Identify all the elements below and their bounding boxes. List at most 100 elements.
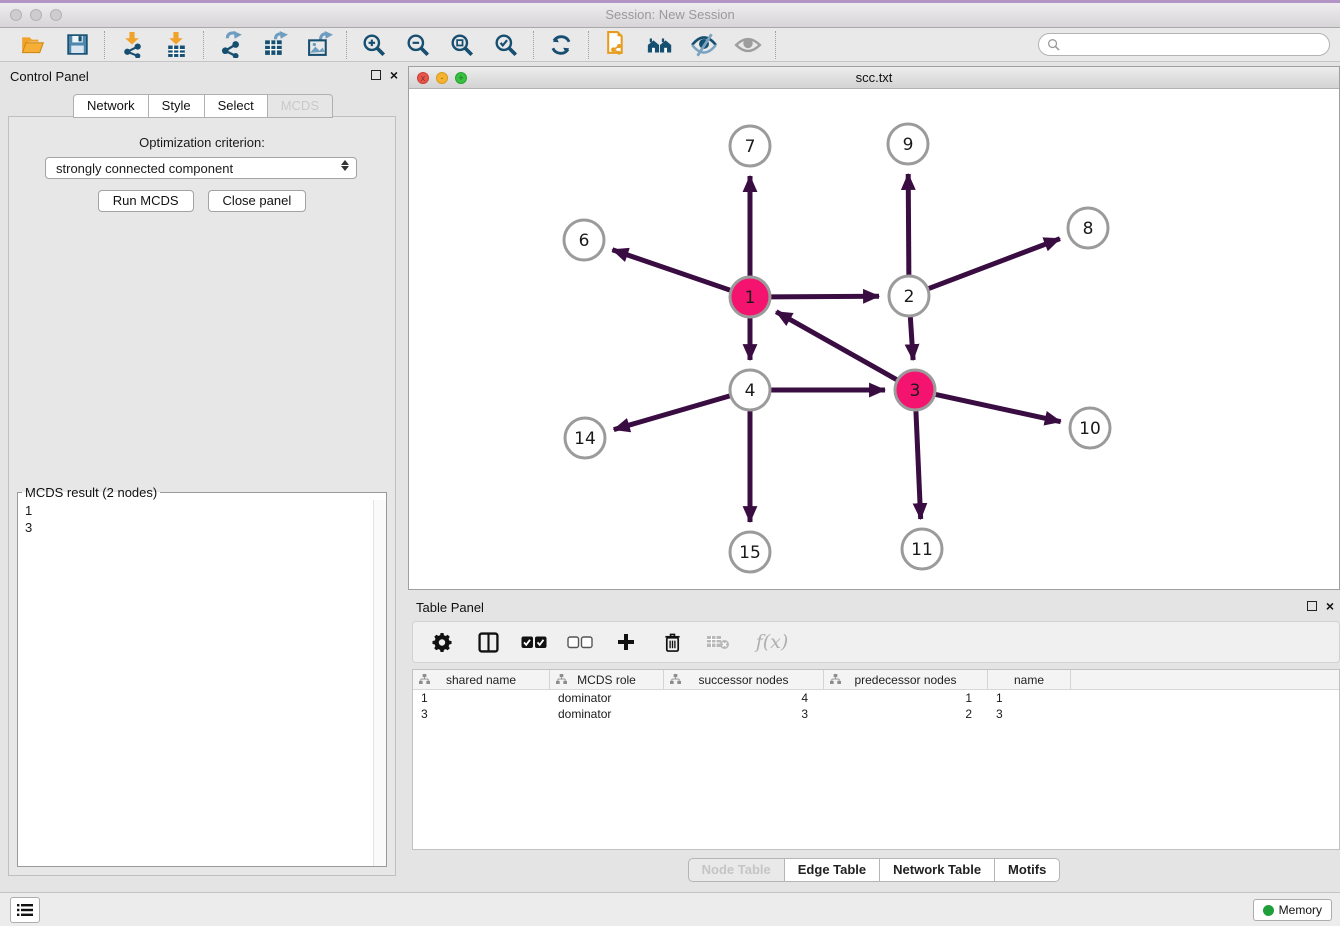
svg-text:1: 1 <box>745 288 756 308</box>
network-graph[interactable]: 7 9 6 8 1 2 4 3 14 10 15 11 <box>409 89 1339 589</box>
svg-text:4: 4 <box>745 381 756 401</box>
network-minimize-button[interactable]: - <box>436 72 448 84</box>
svg-text:3: 3 <box>910 381 921 401</box>
table-close-panel-icon[interactable]: × <box>1326 600 1334 612</box>
table-row[interactable]: 3dominator323 <box>413 706 1339 722</box>
tab-network-table[interactable]: Network Table <box>880 858 995 882</box>
first-neighbors-icon[interactable] <box>646 31 674 59</box>
graph-node-6[interactable]: 6 <box>564 220 604 260</box>
graph-node-8[interactable]: 8 <box>1068 208 1108 248</box>
graph-node-1[interactable]: 1 <box>730 277 770 317</box>
table-row[interactable]: 1dominator411 <box>413 690 1339 706</box>
svg-text:7: 7 <box>745 137 756 157</box>
tab-motifs[interactable]: Motifs <box>995 858 1060 882</box>
import-network-icon[interactable] <box>118 31 146 59</box>
show-all-icon <box>734 31 762 59</box>
node-table[interactable]: shared nameMCDS rolesuccessor nodesprede… <box>412 669 1340 850</box>
network-window-title: scc.txt <box>409 67 1339 85</box>
graph-edge-3-11[interactable] <box>916 411 921 519</box>
deselect-all-icon[interactable] <box>567 629 593 655</box>
graph-node-4[interactable]: 4 <box>730 370 770 410</box>
graph-node-2[interactable]: 2 <box>889 276 929 316</box>
select-all-icon[interactable] <box>521 629 547 655</box>
column-header[interactable]: MCDS role <box>550 670 664 689</box>
graph-edge-2-3[interactable] <box>910 317 913 360</box>
float-panel-icon[interactable] <box>371 70 381 80</box>
network-close-button[interactable]: x <box>417 72 429 84</box>
zoom-in-icon[interactable] <box>360 31 388 59</box>
save-session-icon[interactable] <box>63 31 91 59</box>
tab-select[interactable]: Select <box>205 94 268 118</box>
application-window: Session: New Session <box>0 0 1340 926</box>
network-view-window: x - + scc.txt 7 9 6 8 1 2 4 3 14 10 15 11 <box>408 66 1340 590</box>
graph-node-15[interactable]: 15 <box>730 532 770 572</box>
table-cell: 1 <box>413 690 550 706</box>
mcds-result-text[interactable]: 1 3 <box>18 500 373 866</box>
table-float-panel-icon[interactable] <box>1307 601 1317 611</box>
list-icon <box>16 902 34 918</box>
graph-edge-3-10[interactable] <box>936 394 1061 421</box>
column-layout-icon[interactable] <box>475 629 501 655</box>
refresh-layout-icon[interactable] <box>547 31 575 59</box>
delete-column-icon[interactable] <box>659 629 685 655</box>
tab-mcds[interactable]: MCDS <box>268 94 333 118</box>
task-history-button[interactable] <box>10 897 40 923</box>
column-header[interactable]: predecessor nodes <box>824 670 988 689</box>
run-mcds-button[interactable]: Run MCDS <box>98 190 194 212</box>
add-column-icon[interactable] <box>613 629 639 655</box>
table-cell: 3 <box>664 706 824 722</box>
zoom-fit-icon[interactable] <box>448 31 476 59</box>
memory-status-icon <box>1263 905 1274 916</box>
column-header[interactable]: name <box>988 670 1071 689</box>
network-window-titlebar[interactable]: x - + scc.txt <box>409 67 1339 89</box>
close-panel-button[interactable]: Close panel <box>208 190 307 212</box>
graph-node-3[interactable]: 3 <box>895 370 935 410</box>
close-panel-icon[interactable]: × <box>390 69 398 81</box>
export-table-icon[interactable] <box>261 31 289 59</box>
zoom-selected-icon[interactable] <box>492 31 520 59</box>
graph-edge-4-14[interactable] <box>614 396 730 430</box>
graph-node-10[interactable]: 10 <box>1070 408 1110 448</box>
delete-table-icon <box>705 629 731 655</box>
network-zoom-button[interactable]: + <box>455 72 467 84</box>
graph-edge-1-6[interactable] <box>612 250 730 290</box>
column-header[interactable]: successor nodes <box>664 670 824 689</box>
open-file-icon[interactable] <box>19 31 47 59</box>
table-cell: 4 <box>664 690 824 706</box>
svg-text:9: 9 <box>903 135 914 155</box>
copy-network-icon[interactable] <box>602 31 630 59</box>
search-box[interactable] <box>1038 33 1330 56</box>
network-canvas[interactable]: 7 9 6 8 1 2 4 3 14 10 15 11 <box>409 89 1339 589</box>
graph-edge-1-2[interactable] <box>771 296 879 297</box>
hide-selected-icon[interactable] <box>690 31 718 59</box>
search-input[interactable] <box>1065 36 1329 54</box>
table-cell: 1 <box>988 690 1071 706</box>
graph-node-9[interactable]: 9 <box>888 124 928 164</box>
graph-edge-3-1[interactable] <box>776 312 897 380</box>
tab-node-table[interactable]: Node Table <box>688 858 785 882</box>
graph-node-11[interactable]: 11 <box>902 529 942 569</box>
table-panel-title: Table Panel <box>416 600 484 615</box>
tab-edge-table[interactable]: Edge Table <box>785 858 880 882</box>
graph-node-14[interactable]: 14 <box>565 418 605 458</box>
table-cell: 1 <box>824 690 988 706</box>
graph-node-7[interactable]: 7 <box>730 126 770 166</box>
gear-icon[interactable] <box>429 629 455 655</box>
tab-style[interactable]: Style <box>149 94 205 118</box>
table-cell: 3 <box>413 706 550 722</box>
optimization-criterion-label: Optimization criterion: <box>9 135 395 150</box>
function-builder-icon: f(x) <box>751 629 793 655</box>
graph-edge-2-9[interactable] <box>908 174 909 275</box>
memory-button[interactable]: Memory <box>1253 899 1332 921</box>
result-scrollbar[interactable] <box>373 500 386 866</box>
table-tabs: Node Table Edge Table Network Table Moti… <box>408 858 1340 882</box>
zoom-out-icon[interactable] <box>404 31 432 59</box>
table-toolbar: f(x) <box>412 621 1340 663</box>
export-image-icon[interactable] <box>305 31 333 59</box>
graph-edge-2-8[interactable] <box>929 239 1060 289</box>
tab-network[interactable]: Network <box>73 94 149 118</box>
column-header[interactable]: shared name <box>413 670 550 689</box>
import-table-icon[interactable] <box>162 31 190 59</box>
criterion-dropdown[interactable]: strongly connected component <box>45 157 357 179</box>
export-network-icon[interactable] <box>217 31 245 59</box>
